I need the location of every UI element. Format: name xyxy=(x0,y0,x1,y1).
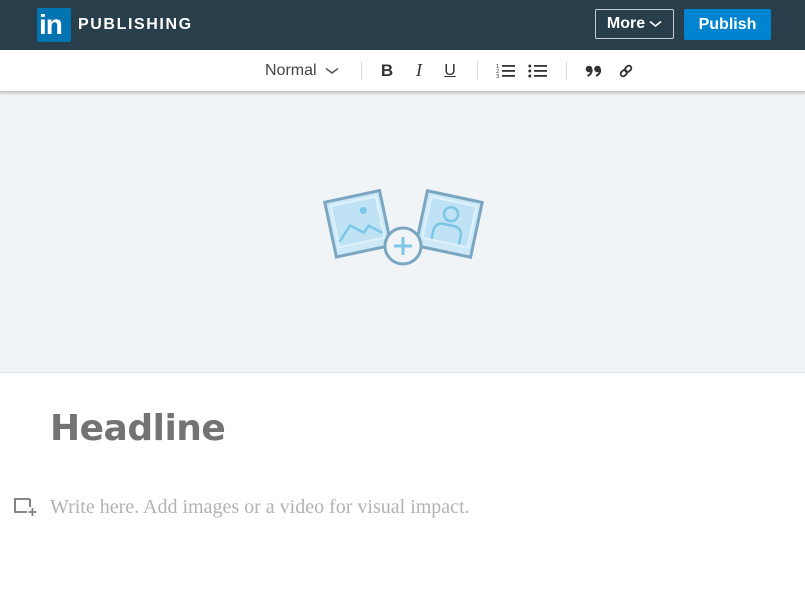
quote-icon xyxy=(585,65,602,77)
quote-button[interactable] xyxy=(585,50,603,91)
svg-text:3: 3 xyxy=(496,74,499,79)
body-input[interactable]: Write here. Add images or a video for vi… xyxy=(50,495,470,519)
chevron-down-icon xyxy=(325,67,339,74)
italic-button[interactable]: I xyxy=(410,50,428,91)
toolbar-divider xyxy=(477,61,478,80)
formatting-toolbar: Normal B I U 1 2 3 xyxy=(0,50,805,92)
linkedin-logo[interactable]: in xyxy=(37,8,71,42)
link-button[interactable] xyxy=(617,50,635,91)
add-cover-image-icon[interactable] xyxy=(322,186,484,270)
publish-button[interactable]: Publish xyxy=(684,9,771,40)
bulleted-list-button[interactable] xyxy=(528,50,548,91)
toolbar-divider xyxy=(361,61,362,80)
bulleted-list-icon xyxy=(528,64,547,77)
chevron-down-icon xyxy=(649,20,662,28)
bold-button[interactable]: B xyxy=(378,50,396,91)
headline-input[interactable]: Headline xyxy=(50,405,226,453)
numbered-list-button[interactable]: 1 2 3 xyxy=(496,50,516,91)
toolbar-divider xyxy=(566,61,567,80)
more-label: More xyxy=(606,15,646,32)
logo-text: in xyxy=(39,9,63,40)
text-style-value: Normal xyxy=(265,61,317,79)
underline-button[interactable]: U xyxy=(441,50,459,91)
top-bar: in PUBLISHING More Publish xyxy=(0,0,805,50)
numbered-list-icon: 1 2 3 xyxy=(496,64,515,79)
link-icon xyxy=(619,64,633,77)
brand-label: PUBLISHING xyxy=(78,16,193,33)
add-media-icon[interactable] xyxy=(13,496,37,518)
text-style-select[interactable]: Normal xyxy=(265,50,339,91)
more-button[interactable]: More xyxy=(595,9,674,39)
